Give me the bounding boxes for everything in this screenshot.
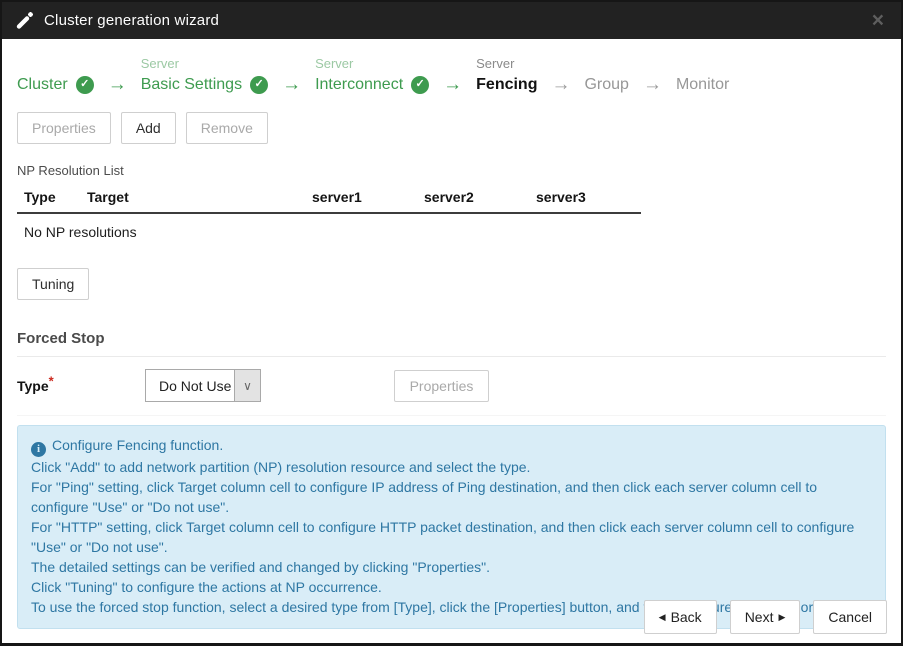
column-header-server1[interactable]: server1	[305, 186, 417, 213]
dialog-title: Cluster generation wizard	[44, 12, 219, 29]
required-marker: *	[49, 373, 54, 388]
step-name: Basic Settings	[141, 73, 242, 96]
type-label: Type*	[17, 378, 145, 394]
cluster-generation-wizard-dialog: Cluster generation wizard × Cluster ✓ → …	[0, 0, 903, 646]
step-group-label	[676, 54, 729, 73]
np-resolution-list-label: NP Resolution List	[17, 163, 886, 178]
remove-button[interactable]: Remove	[186, 112, 268, 144]
forced-stop-properties-button[interactable]: Properties	[394, 370, 489, 402]
step-arrow-icon: →	[443, 73, 462, 96]
np-toolbar: Properties Add Remove	[17, 112, 886, 144]
cancel-button[interactable]: Cancel	[813, 600, 887, 634]
forced-stop-type-row: Type* Do Not Use ∨ Properties	[17, 357, 886, 416]
column-header-target[interactable]: Target	[80, 186, 305, 213]
properties-button[interactable]: Properties	[17, 112, 111, 144]
chevron-down-icon: ∨	[234, 370, 260, 401]
column-header-server3[interactable]: server3	[529, 186, 641, 213]
next-triangle-icon: ▶	[778, 613, 785, 622]
dialog-content: Cluster ✓ → Server Basic Settings ✓ → Se…	[2, 39, 901, 629]
table-header-row: Type Target server1 server2 server3	[17, 186, 641, 213]
np-resolution-table: Type Target server1 server2 server3 No N…	[17, 186, 641, 250]
add-button[interactable]: Add	[121, 112, 176, 144]
info-line: For "HTTP" setting, click Target column …	[31, 517, 872, 557]
step-interconnect[interactable]: Server Interconnect ✓	[315, 54, 429, 96]
step-name: Cluster	[17, 73, 68, 96]
check-icon: ✓	[250, 76, 268, 94]
forced-stop-type-select[interactable]: Do Not Use ∨	[145, 369, 261, 402]
step-basic-settings[interactable]: Server Basic Settings ✓	[141, 54, 268, 96]
next-button[interactable]: Next ▶	[730, 600, 801, 634]
step-arrow-icon: →	[282, 73, 301, 96]
step-name: Monitor	[676, 73, 729, 96]
column-header-server2[interactable]: server2	[417, 186, 529, 213]
tuning-row: Tuning	[17, 268, 886, 300]
wizard-steps: Cluster ✓ → Server Basic Settings ✓ → Se…	[17, 39, 886, 96]
column-header-type[interactable]: Type	[17, 186, 80, 213]
titlebar: Cluster generation wizard ×	[2, 2, 901, 39]
info-line: Click "Tuning" to configure the actions …	[31, 577, 872, 597]
magic-wand-icon	[15, 11, 35, 30]
step-fencing: Server Fencing	[476, 54, 537, 96]
info-line: The detailed settings can be verified an…	[31, 557, 872, 577]
info-line: For "Ping" setting, click Target column …	[31, 477, 872, 517]
info-line: Click "Add" to add network partition (NP…	[31, 457, 872, 477]
step-group-label: Server	[315, 54, 429, 73]
step-monitor: Monitor	[676, 54, 729, 96]
table-row: No NP resolutions	[17, 213, 641, 250]
back-button[interactable]: ◀ Back	[644, 600, 717, 634]
check-icon: ✓	[76, 76, 94, 94]
step-name: Interconnect	[315, 73, 403, 96]
step-arrow-icon: →	[643, 73, 662, 96]
step-cluster[interactable]: Cluster ✓	[17, 54, 94, 96]
step-arrow-icon: →	[551, 73, 570, 96]
selected-option: Do Not Use	[146, 370, 234, 401]
step-group: Group	[584, 54, 628, 96]
check-icon: ✓	[411, 76, 429, 94]
step-group-label	[17, 54, 94, 73]
close-icon[interactable]: ×	[868, 8, 888, 33]
forced-stop-heading: Forced Stop	[17, 330, 886, 357]
back-triangle-icon: ◀	[659, 613, 666, 622]
step-group-label	[584, 54, 628, 73]
info-icon: i	[31, 442, 46, 457]
step-name: Group	[584, 73, 628, 96]
info-box: iConfigure Fencing function. Click "Add"…	[17, 425, 886, 629]
step-arrow-icon: →	[108, 73, 127, 96]
tuning-button[interactable]: Tuning	[17, 268, 89, 300]
step-name: Fencing	[476, 73, 537, 96]
step-group-label: Server	[141, 54, 268, 73]
info-line: iConfigure Fencing function.	[31, 435, 872, 457]
footer-buttons: ◀ Back Next ▶ Cancel	[644, 600, 887, 634]
empty-table-message: No NP resolutions	[17, 213, 641, 250]
step-group-label: Server	[476, 54, 537, 73]
